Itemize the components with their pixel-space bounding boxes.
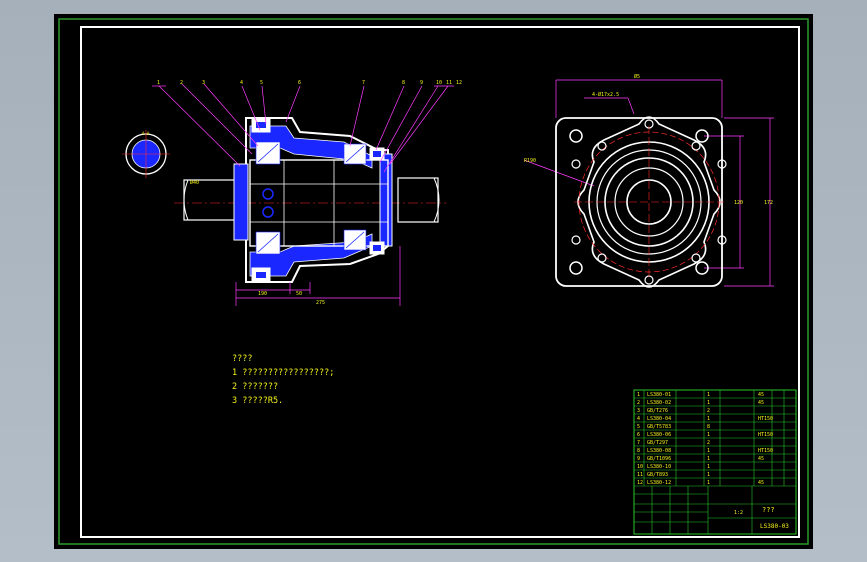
notes-title: ???? xyxy=(232,354,253,364)
svg-text:GB/T276: GB/T276 xyxy=(647,408,668,414)
callout-number: 5 xyxy=(260,80,263,86)
svg-text:12: 12 xyxy=(637,480,643,486)
note-3: 3 ?????R5. xyxy=(232,396,284,406)
callout-number: 10 xyxy=(436,80,442,86)
svg-text:9: 9 xyxy=(637,456,640,462)
svg-text:LS380-04: LS380-04 xyxy=(647,416,671,422)
svg-text:HT150: HT150 xyxy=(758,432,773,438)
dim-v1: 120 xyxy=(734,200,743,206)
dim-275: 275 xyxy=(316,300,325,306)
cad-viewport: A-A 1 LS380-01 1 45 2 LS380-02 1 45 3 GB… xyxy=(0,0,867,562)
svg-text:GB/T1096: GB/T1096 xyxy=(647,456,671,462)
dim-50: 50 xyxy=(296,291,302,297)
svg-text:1: 1 xyxy=(707,456,710,462)
svg-text:LS380-06: LS380-06 xyxy=(647,432,671,438)
svg-text:1: 1 xyxy=(707,448,710,454)
svg-text:1: 1 xyxy=(707,480,710,486)
callout-number: 1 xyxy=(157,80,160,86)
svg-text:GB/T297: GB/T297 xyxy=(647,440,668,446)
svg-text:8: 8 xyxy=(637,448,640,454)
title-block-drawing-no: LS380-03 xyxy=(760,523,789,530)
svg-text:LS380-08: LS380-08 xyxy=(647,448,671,454)
svg-text:1: 1 xyxy=(637,392,640,398)
leader-lines xyxy=(152,83,454,173)
input-shaft xyxy=(183,179,237,221)
dim-d40: Ø40 xyxy=(190,179,199,186)
output-shaft xyxy=(397,177,439,223)
svg-text:HT150: HT150 xyxy=(758,448,773,454)
svg-text:LS380-02: LS380-02 xyxy=(647,400,671,406)
drawing-svg: A-A 1 LS380-01 1 45 2 LS380-02 1 45 3 GB… xyxy=(58,18,809,545)
svg-text:GB/T893: GB/T893 xyxy=(647,472,668,478)
svg-text:LS380-10: LS380-10 xyxy=(647,464,671,470)
svg-text:45: 45 xyxy=(758,392,764,398)
svg-text:2: 2 xyxy=(707,440,710,446)
drawing-canvas[interactable]: A-A 1 LS380-01 1 45 2 LS380-02 1 45 3 GB… xyxy=(54,14,813,549)
note-2: 2 ??????? xyxy=(232,382,279,392)
svg-text:3: 3 xyxy=(637,408,640,414)
callout-number: 2 xyxy=(180,80,183,86)
note-1: 1 ?????????????????; xyxy=(232,368,335,378)
svg-text:45: 45 xyxy=(758,400,764,406)
svg-text:1: 1 xyxy=(707,464,710,470)
svg-text:5: 5 xyxy=(637,424,640,430)
title-block-title: ??? xyxy=(762,506,775,514)
dim-190: 190 xyxy=(258,291,267,297)
svg-text:2: 2 xyxy=(707,408,710,414)
callout-number: 3 xyxy=(202,80,205,86)
svg-text:11: 11 xyxy=(637,472,643,478)
svg-text:GB/T5783: GB/T5783 xyxy=(647,424,671,430)
technical-notes: ???? 1 ?????????????????; 2 ??????? 3 ??… xyxy=(232,352,334,408)
svg-text:4: 4 xyxy=(637,416,640,422)
svg-text:6: 6 xyxy=(637,432,640,438)
svg-text:1: 1 xyxy=(707,472,710,478)
svg-text:10: 10 xyxy=(637,464,643,470)
svg-text:HT150: HT150 xyxy=(758,416,773,422)
svg-text:LS380-12: LS380-12 xyxy=(647,480,671,486)
dim-r190: R190 xyxy=(524,158,536,164)
svg-text:45: 45 xyxy=(758,480,764,486)
svg-text:2: 2 xyxy=(637,400,640,406)
callout-number: 7 xyxy=(362,80,365,86)
svg-text:A-A: A-A xyxy=(142,131,150,136)
title-block-scale: 1:2 xyxy=(734,510,743,516)
callout-number: 11 xyxy=(446,80,452,86)
svg-text:1: 1 xyxy=(707,416,710,422)
dim-phi-top: Ø5 xyxy=(634,73,640,80)
svg-text:LS380-01: LS380-01 xyxy=(647,392,671,398)
section-view: A-A xyxy=(122,83,454,306)
svg-text:1: 1 xyxy=(707,392,710,398)
callout-number: 8 xyxy=(402,80,405,86)
svg-text:1: 1 xyxy=(707,400,710,406)
callout-number: 6 xyxy=(298,80,301,86)
svg-text:1: 1 xyxy=(707,432,710,438)
inner-frame xyxy=(80,26,800,538)
callout-number: 4 xyxy=(240,80,243,86)
svg-text:7: 7 xyxy=(637,440,640,446)
dim-holes: 4-Ø17x2.5 xyxy=(592,91,619,98)
svg-text:45: 45 xyxy=(758,456,764,462)
callout-number: 12 xyxy=(456,80,462,86)
callout-number: 9 xyxy=(420,80,423,86)
end-view xyxy=(523,79,774,288)
dim-v2: 172 xyxy=(764,200,773,206)
callout-numbers: 1 2 3 4 5 6 7 8 9 10 11 12 xyxy=(157,80,462,86)
svg-text:8: 8 xyxy=(707,424,710,430)
